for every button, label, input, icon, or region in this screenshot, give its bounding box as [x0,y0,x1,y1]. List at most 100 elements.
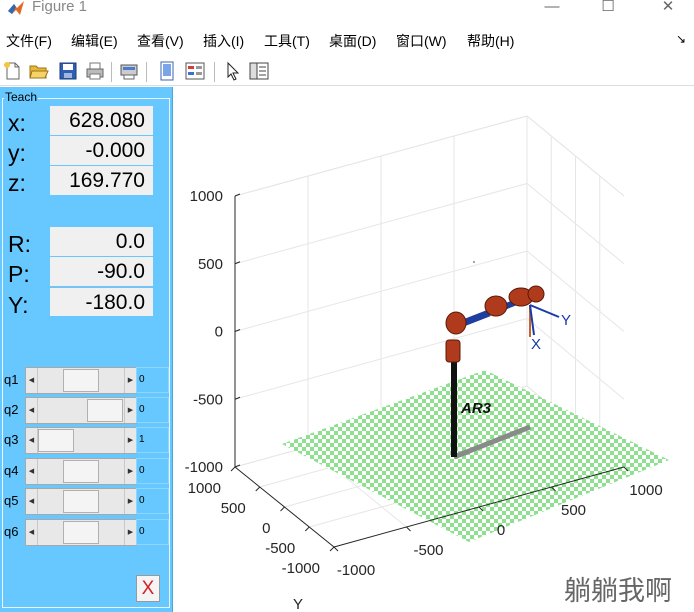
print-icon[interactable] [84,60,106,82]
joint-slider-q1[interactable]: ◀ ▶ [25,367,137,394]
z-value-field: 169.770 [50,166,153,195]
slider-left-arrow-icon[interactable]: ◀ [26,520,38,545]
joint-value-q6: 0 [136,519,169,545]
slider-thumb[interactable] [63,460,99,483]
maximize-button[interactable]: ☐ [588,0,628,18]
robot-joint-2 [445,311,467,335]
menu-view[interactable]: 查看(V) [137,31,184,51]
slider-left-arrow-icon[interactable]: ◀ [26,398,38,423]
y-value-field: -0.000 [50,136,153,165]
menu-help[interactable]: 帮助(H) [467,31,514,51]
slider-right-arrow-icon[interactable]: ▶ [124,368,136,393]
teach-panel-title: Teach [4,90,39,104]
slider-thumb[interactable] [86,399,123,422]
joint-label-q4: q4 [4,463,19,478]
frame-y-label: Y [561,312,571,329]
slider-left-arrow-icon[interactable]: ◀ [26,368,38,393]
roll-value-field: 0.0 [50,227,153,256]
y-tick [304,526,310,532]
slider-right-arrow-icon[interactable]: ▶ [124,489,136,514]
joint-slider-q2[interactable]: ◀ ▶ [25,397,137,424]
slider-thumb[interactable] [38,429,74,452]
legend-icon[interactable] [184,60,206,82]
joint-label-q1: q1 [4,372,19,387]
y-tick [230,466,236,472]
slider-left-arrow-icon[interactable]: ◀ [26,489,38,514]
joint-value-q4: 0 [136,458,169,484]
teach-panel: Teach x: 628.080 y: -0.000 z: 169.770 R:… [0,87,173,612]
yaw-label: Y: [8,292,29,318]
joint-label-q6: q6 [4,524,19,539]
dock-figure-icon[interactable]: ↘ [676,32,686,46]
menu-file[interactable]: 文件(F) [6,31,52,51]
3d-axes[interactable]: 1000 500 0 -500 -1000 1000 500 0 -500 -1000 1000 50… [174,87,694,612]
joint-slider-q4[interactable]: ◀ ▶ [25,458,137,485]
joint-slider-q5[interactable]: ◀ ▶ [25,488,137,515]
toolbar-separator [214,62,215,82]
slider-right-arrow-icon[interactable]: ▶ [124,398,136,423]
robot-name-label: AR3 [460,400,492,417]
title-bar: Figure 1 — ☐ ✕ [0,0,694,26]
figure-toolbar [0,56,694,86]
close-teach-button[interactable]: X [136,575,160,602]
y-tick [280,506,285,512]
open-file-icon[interactable] [28,60,50,82]
joint-slider-q6[interactable]: ◀ ▶ [25,519,137,546]
x-value-field: 628.080 [50,106,153,135]
menu-insert[interactable]: 插入(I) [203,31,244,51]
joint-value-q2: 0 [136,397,169,423]
y-tick-label: 1000 [188,480,221,497]
x-tick [333,546,339,552]
y-tick-label: 0 [262,520,270,537]
roll-label: R: [8,231,31,257]
menu-edit[interactable]: 编辑(E) [71,31,118,51]
link-plot-icon[interactable] [156,60,178,82]
slider-right-arrow-icon[interactable]: ▶ [124,520,136,545]
toolbar-separator [146,62,147,82]
property-inspector-icon[interactable] [248,60,270,82]
pointer-icon[interactable] [222,60,244,82]
x-tick-label: 500 [561,502,586,519]
x-tick-label: 1000 [629,482,662,499]
minimize-button[interactable]: — [532,0,572,18]
save-icon[interactable] [57,60,79,82]
x-tick-label: -500 [413,542,443,559]
robot-base-column [451,357,457,457]
close-window-button[interactable]: ✕ [648,0,688,18]
slider-thumb[interactable] [63,369,99,392]
robot-joint-3 [484,295,508,317]
joint-label-q5: q5 [4,493,19,508]
slider-left-arrow-icon[interactable]: ◀ [26,459,38,484]
print-preview-icon[interactable] [118,60,140,82]
y-label: y: [8,140,26,166]
menu-desktop[interactable]: 桌面(D) [329,31,376,51]
joint-slider-q3[interactable]: ◀ ▶ [25,427,137,454]
x-tick-label: 0 [497,522,505,539]
y-tick [255,486,261,492]
slider-thumb[interactable] [63,521,99,544]
x-label: x: [8,110,26,136]
y-tick-label: 500 [221,500,246,517]
slider-thumb[interactable] [63,490,99,513]
joint-value-q3: 1 [136,427,169,453]
robot-plot[interactable]: 10005000-500-100010005000-500-1000100050… [174,87,694,612]
y-tick [329,546,335,552]
toolbar-separator [111,62,112,82]
menu-bar: 文件(F) 编辑(E) 查看(V) 插入(I) 工具(T) 桌面(D) 窗口(W… [0,26,694,54]
z-tick-label: -500 [193,391,223,408]
pitch-label: P: [8,261,30,287]
frame-x-label: X [531,336,541,353]
slider-right-arrow-icon[interactable]: ▶ [124,459,136,484]
matlab-logo-icon [8,1,24,15]
joint-value-q5: 0 [136,488,169,514]
slider-right-arrow-icon[interactable]: ▶ [124,428,136,453]
robot-joint-1 [445,339,461,363]
x-tick-label: -1000 [337,562,375,579]
new-figure-icon[interactable] [2,60,24,82]
menu-tools[interactable]: 工具(T) [264,31,310,51]
y-tick-label: -500 [265,540,295,557]
z-tick-label: 500 [198,256,223,273]
slider-left-arrow-icon[interactable]: ◀ [26,428,38,453]
joint-label-q3: q3 [4,432,19,447]
menu-window[interactable]: 窗口(W) [396,31,447,51]
